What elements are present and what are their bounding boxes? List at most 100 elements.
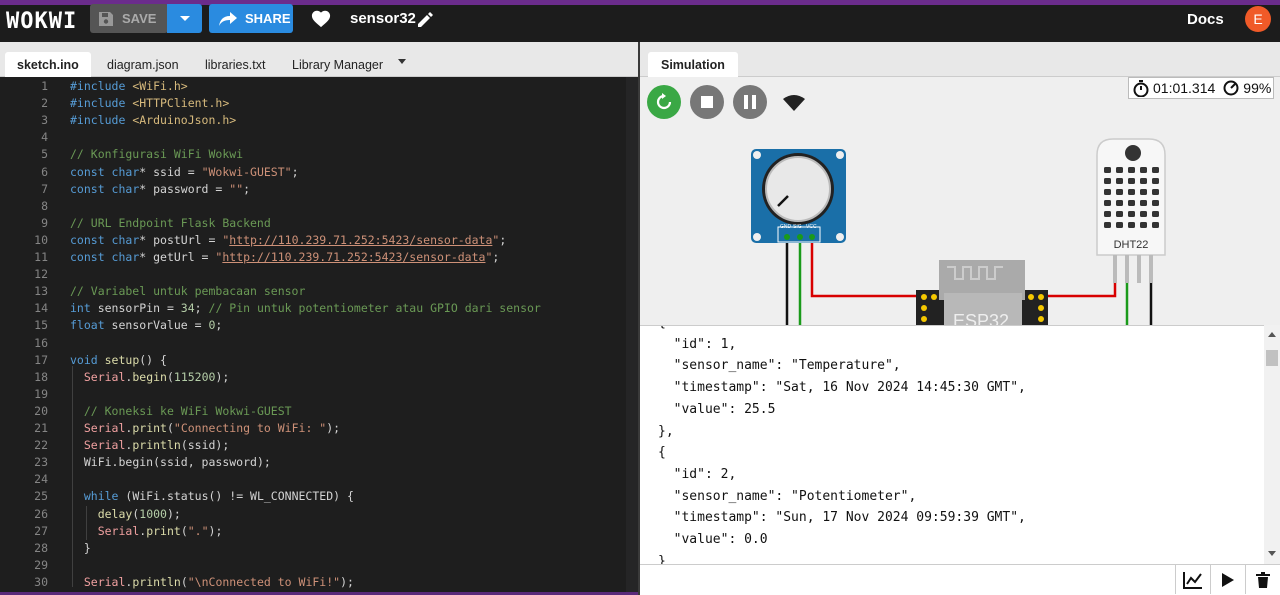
code-text: #include <WiFi.h> xyxy=(70,79,188,93)
serial-input[interactable] xyxy=(640,565,1174,593)
scroll-up-icon[interactable] xyxy=(1268,331,1276,337)
code-line[interactable]: 18 Serial.begin(115200); xyxy=(0,369,638,386)
share-label: SHARE xyxy=(245,11,291,26)
line-number: 17 xyxy=(34,352,48,367)
project-name[interactable]: sensor32 xyxy=(350,10,416,27)
serial-line: "value": 25.5 xyxy=(658,401,776,417)
code-text: int sensorPin = 34; // Pin untuk potenti… xyxy=(70,301,541,316)
code-line[interactable]: 20 // Koneksi ke WiFi Wokwi-GUEST xyxy=(0,403,638,420)
code-line[interactable]: 15 float sensorValue = 0; xyxy=(0,317,638,334)
code-line[interactable]: 29 xyxy=(0,557,638,574)
line-number: 26 xyxy=(34,506,48,521)
heart-icon[interactable] xyxy=(310,8,332,28)
line-number: 1 xyxy=(41,79,48,93)
code-text: #include <HTTPClient.h> xyxy=(70,96,230,111)
circuit-diagram: GND SIG VCC DHT22 ESP32 xyxy=(751,138,1166,325)
code-text: Serial.begin(115200); xyxy=(83,369,230,384)
tab-menu-chevron-icon[interactable] xyxy=(398,59,406,64)
tab-libraries-txt[interactable]: libraries.txt xyxy=(193,52,277,77)
code-line[interactable]: 16 xyxy=(0,335,638,352)
tab-library-manager[interactable]: Library Manager xyxy=(280,52,395,77)
dht-label: DHT22 xyxy=(1114,239,1149,251)
speed-gauge-icon xyxy=(1223,80,1239,96)
esp32-board[interactable]: ESP32 xyxy=(916,260,1048,325)
code-line[interactable]: 19 xyxy=(0,386,638,403)
code-line[interactable]: 3 #include <ArduinoJson.h> xyxy=(0,112,638,129)
code-line[interactable]: 13 // Variabel untuk pembacaan sensor xyxy=(0,283,638,300)
line-number: 30 xyxy=(34,574,48,589)
code-line[interactable]: 25 while (WiFi.status() != WL_CONNECTED)… xyxy=(0,488,638,505)
code-line[interactable]: 4 xyxy=(0,129,638,146)
code-text: Serial.println("\nConnected to WiFi!"); xyxy=(83,574,354,589)
serial-scroll-thumb[interactable] xyxy=(1266,350,1278,366)
code-line[interactable]: 10 const char* postUrl = "http://110.239.… xyxy=(0,232,638,249)
line-number: 4 xyxy=(41,130,48,145)
code-text: #include <ArduinoJson.h> xyxy=(70,113,237,128)
code-line[interactable]: 22 Serial.println(ssid); xyxy=(0,437,638,454)
code-line[interactable]: 21 Serial.print("Connecting to WiFi: "); xyxy=(0,420,638,437)
code-text: // Koneksi ke WiFi Wokwi-GUEST xyxy=(83,403,292,418)
code-line[interactable]: 2 #include <HTTPClient.h> xyxy=(0,95,638,112)
serial-line: { xyxy=(658,326,666,334)
code-line[interactable]: 12 xyxy=(0,266,638,283)
code-line[interactable]: 6 const char* ssid = "Wokwi-GUEST"; xyxy=(0,164,638,181)
wifi-icon xyxy=(783,95,805,111)
line-number: 3 xyxy=(41,113,48,128)
line-number: 24 xyxy=(34,472,48,487)
simulation-tab-bar: Simulation xyxy=(640,42,1280,77)
code-line[interactable]: 24 xyxy=(0,471,638,488)
code-line[interactable]: 30 Serial.println("\nConnected to WiFi!"… xyxy=(0,574,638,591)
play-button[interactable] xyxy=(1210,565,1244,594)
code-line[interactable]: 1 #include <WiFi.h> xyxy=(0,78,638,95)
plotter-button[interactable] xyxy=(1175,565,1209,594)
tab-simulation[interactable]: Simulation xyxy=(648,52,738,77)
serial-monitor[interactable]: { "id": 1, "sensor_name": "Temperature",… xyxy=(640,325,1280,564)
code-line[interactable]: 23 WiFi.begin(ssid, password); xyxy=(0,454,638,471)
indent-guide xyxy=(86,506,87,540)
simulation-canvas[interactable]: GND SIG VCC DHT22 ESP32 xyxy=(640,77,1280,325)
code-text: // URL Endpoint Flask Backend xyxy=(70,215,271,230)
code-line[interactable]: 17 void setup() { xyxy=(0,352,638,369)
avatar[interactable]: E xyxy=(1245,6,1271,32)
code-text: Serial.println(ssid); xyxy=(83,438,230,453)
editor-scrollbar[interactable] xyxy=(626,77,638,595)
code-line[interactable]: 7 const char* password = ""; xyxy=(0,181,638,198)
save-dropdown-button[interactable] xyxy=(167,4,202,33)
code-text: } xyxy=(70,540,91,555)
line-number: 18 xyxy=(34,369,48,384)
code-line[interactable]: 8 xyxy=(0,198,638,215)
pencil-icon[interactable] xyxy=(416,11,434,29)
line-number: 27 xyxy=(34,523,48,538)
code-line[interactable]: 26 delay(1000); xyxy=(0,506,638,523)
code-line[interactable]: 14 int sensorPin = 34; // Pin untuk poten… xyxy=(0,300,638,317)
stop-simulation-button[interactable] xyxy=(690,85,724,119)
line-number: 19 xyxy=(34,386,48,401)
scroll-down-icon[interactable] xyxy=(1268,551,1276,557)
code-line[interactable]: 28 } xyxy=(0,540,638,557)
code-line[interactable]: 11 const char* getUrl = "http://110.239.7… xyxy=(0,249,638,266)
chart-icon xyxy=(1182,571,1202,589)
clear-serial-button[interactable] xyxy=(1245,565,1280,594)
pause-simulation-button[interactable] xyxy=(733,85,767,119)
save-button[interactable]: SAVE xyxy=(90,4,168,33)
pause-icon xyxy=(744,95,756,109)
code-line[interactable]: 9 // URL Endpoint Flask Backend xyxy=(0,215,638,232)
code-editor[interactable]: 1 #include <WiFi.h> 2 #include <HTTPClient.… xyxy=(0,77,638,595)
code-line[interactable]: 27 Serial.print("."); xyxy=(0,523,638,540)
line-number: 23 xyxy=(34,455,48,470)
code-line[interactable]: 5 // Konfigurasi WiFi Wokwi xyxy=(0,146,638,163)
wokwi-logo[interactable]: WOKWI xyxy=(6,9,77,34)
tab-diagram-json[interactable]: diagram.json xyxy=(95,52,191,77)
line-number: 16 xyxy=(34,335,48,350)
docs-link[interactable]: Docs xyxy=(1187,11,1224,28)
restart-simulation-button[interactable] xyxy=(647,85,681,119)
serial-line: } xyxy=(658,553,666,564)
line-number: 9 xyxy=(41,215,48,230)
pot-pin-label: SIG xyxy=(793,224,802,230)
share-button[interactable]: SHARE xyxy=(209,4,293,33)
potentiometer[interactable]: GND SIG VCC xyxy=(751,149,846,243)
dht22-sensor[interactable]: DHT22 xyxy=(1096,138,1166,283)
share-arrow-icon xyxy=(219,11,237,26)
tab-sketch-ino[interactable]: sketch.ino xyxy=(5,52,91,77)
line-number: 22 xyxy=(34,438,48,453)
